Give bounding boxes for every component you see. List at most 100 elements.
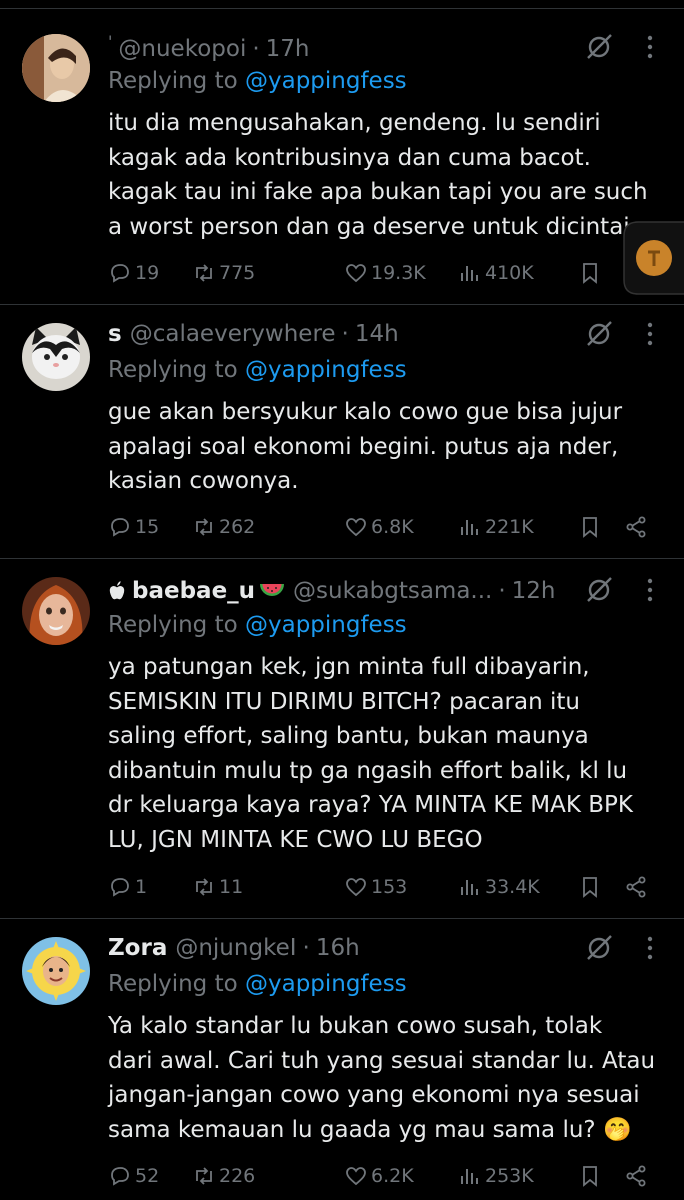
floating-scroll-button[interactable] xyxy=(618,220,684,296)
more-options-icon[interactable] xyxy=(640,32,660,62)
repost-icon xyxy=(196,264,212,282)
cat-photo-avatar xyxy=(22,323,90,391)
bookmark-icon xyxy=(583,263,597,284)
heart-icon xyxy=(346,264,366,283)
tweet[interactable]: s @calaeverywhere · 14h Replying to @yap… xyxy=(0,305,684,559)
repost-count: 226 xyxy=(219,1165,256,1187)
replying-to-mention[interactable]: @yappingfess xyxy=(245,68,407,94)
reply-button[interactable]: 1 xyxy=(108,872,147,902)
tweet-header: baebae_u @sukabgtsama... · 12h xyxy=(108,574,556,608)
user-handle[interactable]: @nuekopoi xyxy=(118,36,246,62)
reply-count: 19 xyxy=(135,262,160,284)
views-button[interactable]: 221K xyxy=(458,512,534,542)
tweet-text-line: kagak tau ini fake apa bukan tapi you ar… xyxy=(108,179,648,205)
replying-to-mention[interactable]: @yappingfess xyxy=(245,971,407,997)
share-icon xyxy=(626,516,646,538)
bookmark-button[interactable] xyxy=(578,512,605,542)
tweet[interactable]: Zora @njungkeI · 16h Replying to @yappin… xyxy=(0,919,684,1200)
like-button[interactable]: 6.2K xyxy=(344,1161,414,1191)
separator-dot: · xyxy=(341,321,349,347)
display-name[interactable]: s xyxy=(108,321,122,347)
replying-to-mention[interactable]: @yappingfess xyxy=(245,612,407,638)
bookmark-button[interactable] xyxy=(578,872,605,902)
tweet-text-line: Ya kalo standar lu bukan cowo susah, tol… xyxy=(108,1013,603,1039)
tweet-text: itu dia mengusahakan, gendeng. lu sendir… xyxy=(108,106,660,244)
reply-button[interactable]: 52 xyxy=(108,1161,159,1191)
grok-icon[interactable] xyxy=(584,32,614,62)
tweet-text-line: dr keluarga kaya raya? YA MINTA KE MAK B… xyxy=(108,792,634,818)
avatar[interactable] xyxy=(22,323,90,391)
reply-count: 52 xyxy=(135,1165,160,1187)
tweet-text-line: a worst person dan ga deserve untuk dici… xyxy=(108,213,630,240)
action-bar: 19 775 19.3K 410K xyxy=(108,258,668,288)
repost-count: 11 xyxy=(219,876,244,898)
like-button[interactable]: 153 xyxy=(344,872,407,902)
separator-dot: · xyxy=(302,935,310,961)
share-button[interactable] xyxy=(624,872,651,902)
tweet-text-line: ya patungan kek, jgn minta full dibayari… xyxy=(108,654,590,680)
heart-icon xyxy=(346,518,366,537)
tweet-text-line: jangan-jangan cowo yang ekonomi nya sesu… xyxy=(108,1082,640,1108)
repost-icon xyxy=(196,878,212,896)
timestamp[interactable]: 16h xyxy=(316,935,360,961)
user-handle[interactable]: @calaeverywhere xyxy=(130,321,336,347)
grok-icon[interactable] xyxy=(584,575,614,605)
replying-to-label: Replying to xyxy=(108,971,245,997)
tweet-text-line: dari awal. Cari tuh yang sesuai standar … xyxy=(108,1047,656,1074)
tweet-text: Ya kalo standar lu bukan cowo susah, tol… xyxy=(108,1009,660,1147)
repost-button[interactable]: 262 xyxy=(192,512,255,542)
display-name[interactable]: baebae_u xyxy=(132,578,255,604)
tweet[interactable]: baebae_u @sukabgtsama... · 12h Replying … xyxy=(0,559,684,919)
tweet-header: Zora @njungkeI · 16h xyxy=(108,931,360,965)
views-icon xyxy=(461,880,478,895)
avatar[interactable] xyxy=(22,577,90,645)
avatar[interactable] xyxy=(22,937,90,1005)
replying-to: Replying to @yappingfess xyxy=(108,612,407,638)
repost-button[interactable]: 11 xyxy=(192,872,243,902)
avatar[interactable] xyxy=(22,34,90,102)
views-button[interactable]: 410K xyxy=(458,258,534,288)
tweet-text-line: LU, JGN MINTA KE CWO LU BEGO xyxy=(108,826,483,853)
share-icon xyxy=(626,876,646,898)
more-options-icon[interactable] xyxy=(640,933,660,963)
share-button[interactable] xyxy=(624,1161,651,1191)
view-count: 253K xyxy=(485,1165,534,1187)
views-icon xyxy=(461,1169,478,1184)
replying-to-label: Replying to xyxy=(108,68,245,94)
more-options-icon[interactable] xyxy=(640,575,660,605)
tweet-text-line: kagak ada kontribusinya dan cuma bacot. xyxy=(108,144,591,171)
reply-icon xyxy=(111,518,129,537)
timestamp[interactable]: 14h xyxy=(355,321,399,347)
like-count: 6.2K xyxy=(371,1165,414,1187)
user-handle[interactable]: @sukabgtsama... xyxy=(293,578,492,604)
grok-icon[interactable] xyxy=(584,933,614,963)
views-button[interactable]: 253K xyxy=(458,1161,534,1191)
repost-count: 262 xyxy=(219,516,256,538)
bookmark-button[interactable] xyxy=(578,1161,605,1191)
tweet[interactable]: ' @nuekopoi · 17h Replying to @yappingfe… xyxy=(0,10,684,305)
like-button[interactable]: 6.8K xyxy=(344,512,414,542)
repost-button[interactable]: 226 xyxy=(192,1161,255,1191)
bookmark-button[interactable] xyxy=(578,258,605,288)
user-handle[interactable]: @njungkeI xyxy=(175,935,296,961)
reply-icon xyxy=(111,1167,129,1186)
like-count: 153 xyxy=(371,876,408,898)
portrait-photo-avatar xyxy=(22,34,90,102)
more-options-icon[interactable] xyxy=(640,319,660,349)
tweet-text-line: kasian cowonya. xyxy=(108,468,299,494)
tweet-text-line: gue akan bersyukur kalo cowo gue bisa ju… xyxy=(108,399,623,425)
display-name[interactable]: ' xyxy=(108,32,112,51)
reply-button[interactable]: 15 xyxy=(108,512,159,542)
tweet-text-line: SEMISKIN ITU DIRIMU BITCH? pacaran itu xyxy=(108,688,580,715)
reply-button[interactable]: 19 xyxy=(108,258,159,288)
view-count: 410K xyxy=(485,262,534,284)
repost-button[interactable]: 775 xyxy=(192,258,255,288)
replying-to-mention[interactable]: @yappingfess xyxy=(245,357,407,383)
like-button[interactable]: 19.3K xyxy=(344,258,426,288)
display-name[interactable]: Zora xyxy=(108,935,167,961)
grok-icon[interactable] xyxy=(584,319,614,349)
timestamp[interactable]: 17h xyxy=(266,36,310,62)
timestamp[interactable]: 12h xyxy=(512,578,556,604)
views-button[interactable]: 33.4K xyxy=(458,872,540,902)
share-button[interactable] xyxy=(624,512,651,542)
